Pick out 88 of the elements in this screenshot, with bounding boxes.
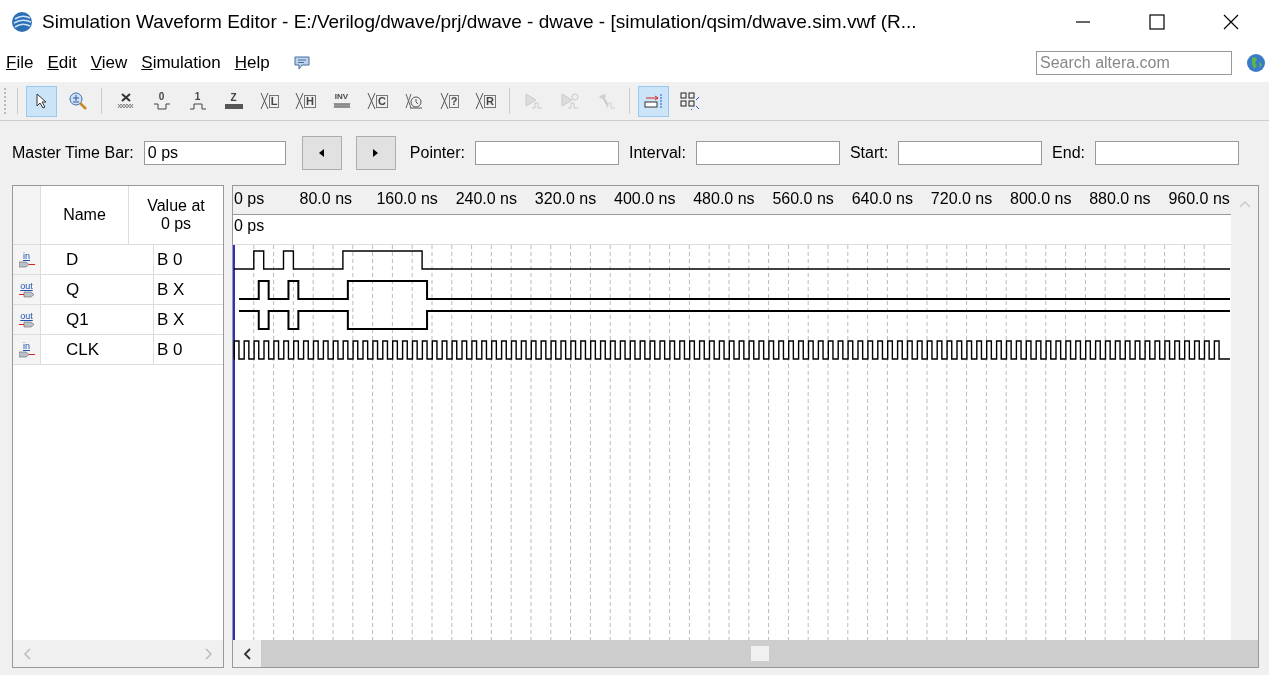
field-label: End:	[1052, 144, 1086, 162]
field-label: Interval:	[628, 144, 686, 162]
signal-name[interactable]: CLK	[41, 335, 154, 364]
input-pin-icon	[18, 260, 35, 268]
left-triangle-icon	[319, 149, 325, 157]
zoom-icon	[68, 92, 87, 110]
signal-name[interactable]: Q	[41, 275, 154, 304]
globe-icon[interactable]	[1246, 53, 1266, 73]
time-field[interactable]	[1095, 141, 1240, 165]
scrollbar-thumb[interactable]	[750, 646, 769, 661]
time-field[interactable]	[474, 141, 619, 165]
clock-icon	[404, 92, 423, 110]
time-scale-label: 240.0 ns	[455, 190, 517, 208]
menu-item[interactable]: Help	[234, 53, 270, 73]
transition-icon	[295, 92, 304, 110]
time-scale-label: 400.0 ns	[614, 190, 676, 208]
snap-to-grid-icon	[643, 93, 664, 109]
transition-icon	[259, 92, 269, 110]
time-field[interactable]	[898, 141, 1043, 165]
time-field[interactable]	[695, 141, 840, 165]
time-scale-label: 80.0 ns	[299, 190, 353, 208]
time-scale-label: 880.0 ns	[1089, 190, 1151, 208]
unknown-value-icon	[116, 92, 135, 110]
port-label: in	[23, 251, 30, 261]
time-scale-label: 160.0 ns	[376, 190, 438, 208]
signal-value: B 0	[156, 248, 184, 271]
transition-icon	[475, 92, 484, 110]
comment-icon[interactable]	[293, 56, 310, 70]
toolbar-button[interactable]: L	[254, 85, 285, 117]
play-timer-icon	[559, 92, 580, 110]
time-scale-label: 480.0 ns	[693, 190, 755, 208]
scroll-left-icon[interactable]	[243, 647, 251, 660]
time-scale-label: 800.0 ns	[1010, 190, 1072, 208]
time-scale-label: 960.0 ns	[1168, 190, 1230, 208]
port-label: in	[23, 341, 30, 351]
high-impedance-icon	[224, 104, 243, 109]
close-icon[interactable]	[1223, 14, 1239, 30]
toolbar-button[interactable]: INV	[326, 85, 357, 117]
toolbar-button[interactable]: R	[470, 85, 501, 117]
time-scale-label: 560.0 ns	[772, 190, 834, 208]
output-pin-icon	[18, 320, 35, 328]
time-scale-label: 320.0 ns	[534, 190, 597, 208]
master-time-bar-label: Master Time Bar:	[12, 144, 134, 162]
toolbar-button[interactable]: 0	[146, 85, 177, 117]
input-pin-icon	[18, 350, 35, 358]
signal-value: B X	[156, 308, 186, 331]
column-header: Name	[41, 186, 129, 244]
menu-item[interactable]: Simulation	[141, 53, 221, 73]
toolbar-button[interactable]: 1	[182, 85, 213, 117]
play-waveform-icon	[523, 92, 544, 110]
signal-value: B X	[156, 278, 186, 301]
cursor-time-label: 0 ps	[233, 217, 265, 234]
cursor-line[interactable]	[233, 245, 235, 640]
invert-wave-icon	[332, 102, 351, 109]
signal-value: B 0	[156, 338, 184, 361]
menu-item[interactable]: Edit	[47, 53, 77, 73]
transition-icon	[367, 92, 376, 110]
right-triangle-icon	[373, 149, 379, 157]
field-label: Start:	[849, 144, 889, 162]
pointer-icon	[35, 93, 48, 109]
time-scale-label: 640.0 ns	[851, 190, 913, 208]
output-pin-icon	[18, 290, 35, 298]
toolbar-button[interactable]: Z	[218, 85, 249, 117]
port-label: out	[20, 281, 33, 291]
time-scale-label: 720.0 ns	[930, 190, 993, 208]
search-field[interactable]: Search altera.com	[1036, 51, 1232, 75]
signal-name[interactable]: D	[41, 245, 154, 274]
toolbar-button[interactable]: ?	[434, 85, 465, 117]
toolbar-button[interactable]: C	[362, 85, 393, 117]
previous-transition-button[interactable]	[301, 136, 342, 170]
toolbar-button[interactable]: H	[290, 85, 321, 117]
maximize-icon[interactable]	[1149, 14, 1165, 30]
transition-icon	[439, 92, 449, 110]
signal-name[interactable]: Q1	[41, 305, 154, 334]
field-label: Pointer:	[409, 144, 465, 162]
column-header: Value at 0 ps	[146, 196, 206, 234]
port-label: out	[20, 311, 33, 321]
low-level-icon	[152, 103, 171, 110]
next-transition-button[interactable]	[355, 136, 396, 170]
menu-item[interactable]: View	[90, 53, 128, 73]
app-logo-icon	[10, 10, 34, 34]
scroll-right-icon[interactable]	[205, 647, 213, 660]
grid-settings-icon	[679, 92, 700, 110]
window-title: Simulation Waveform Editor - E:/Verilog/dwave/prj/dwave - dwave - [simulation/qsim/dwave.sim.vwf (R...	[42, 11, 917, 33]
master-time-bar-field[interactable]: 0 ps	[143, 141, 286, 165]
menu-item[interactable]: File	[6, 53, 34, 73]
high-level-icon	[188, 103, 207, 110]
time-scale-label: 0 ps	[234, 190, 265, 208]
